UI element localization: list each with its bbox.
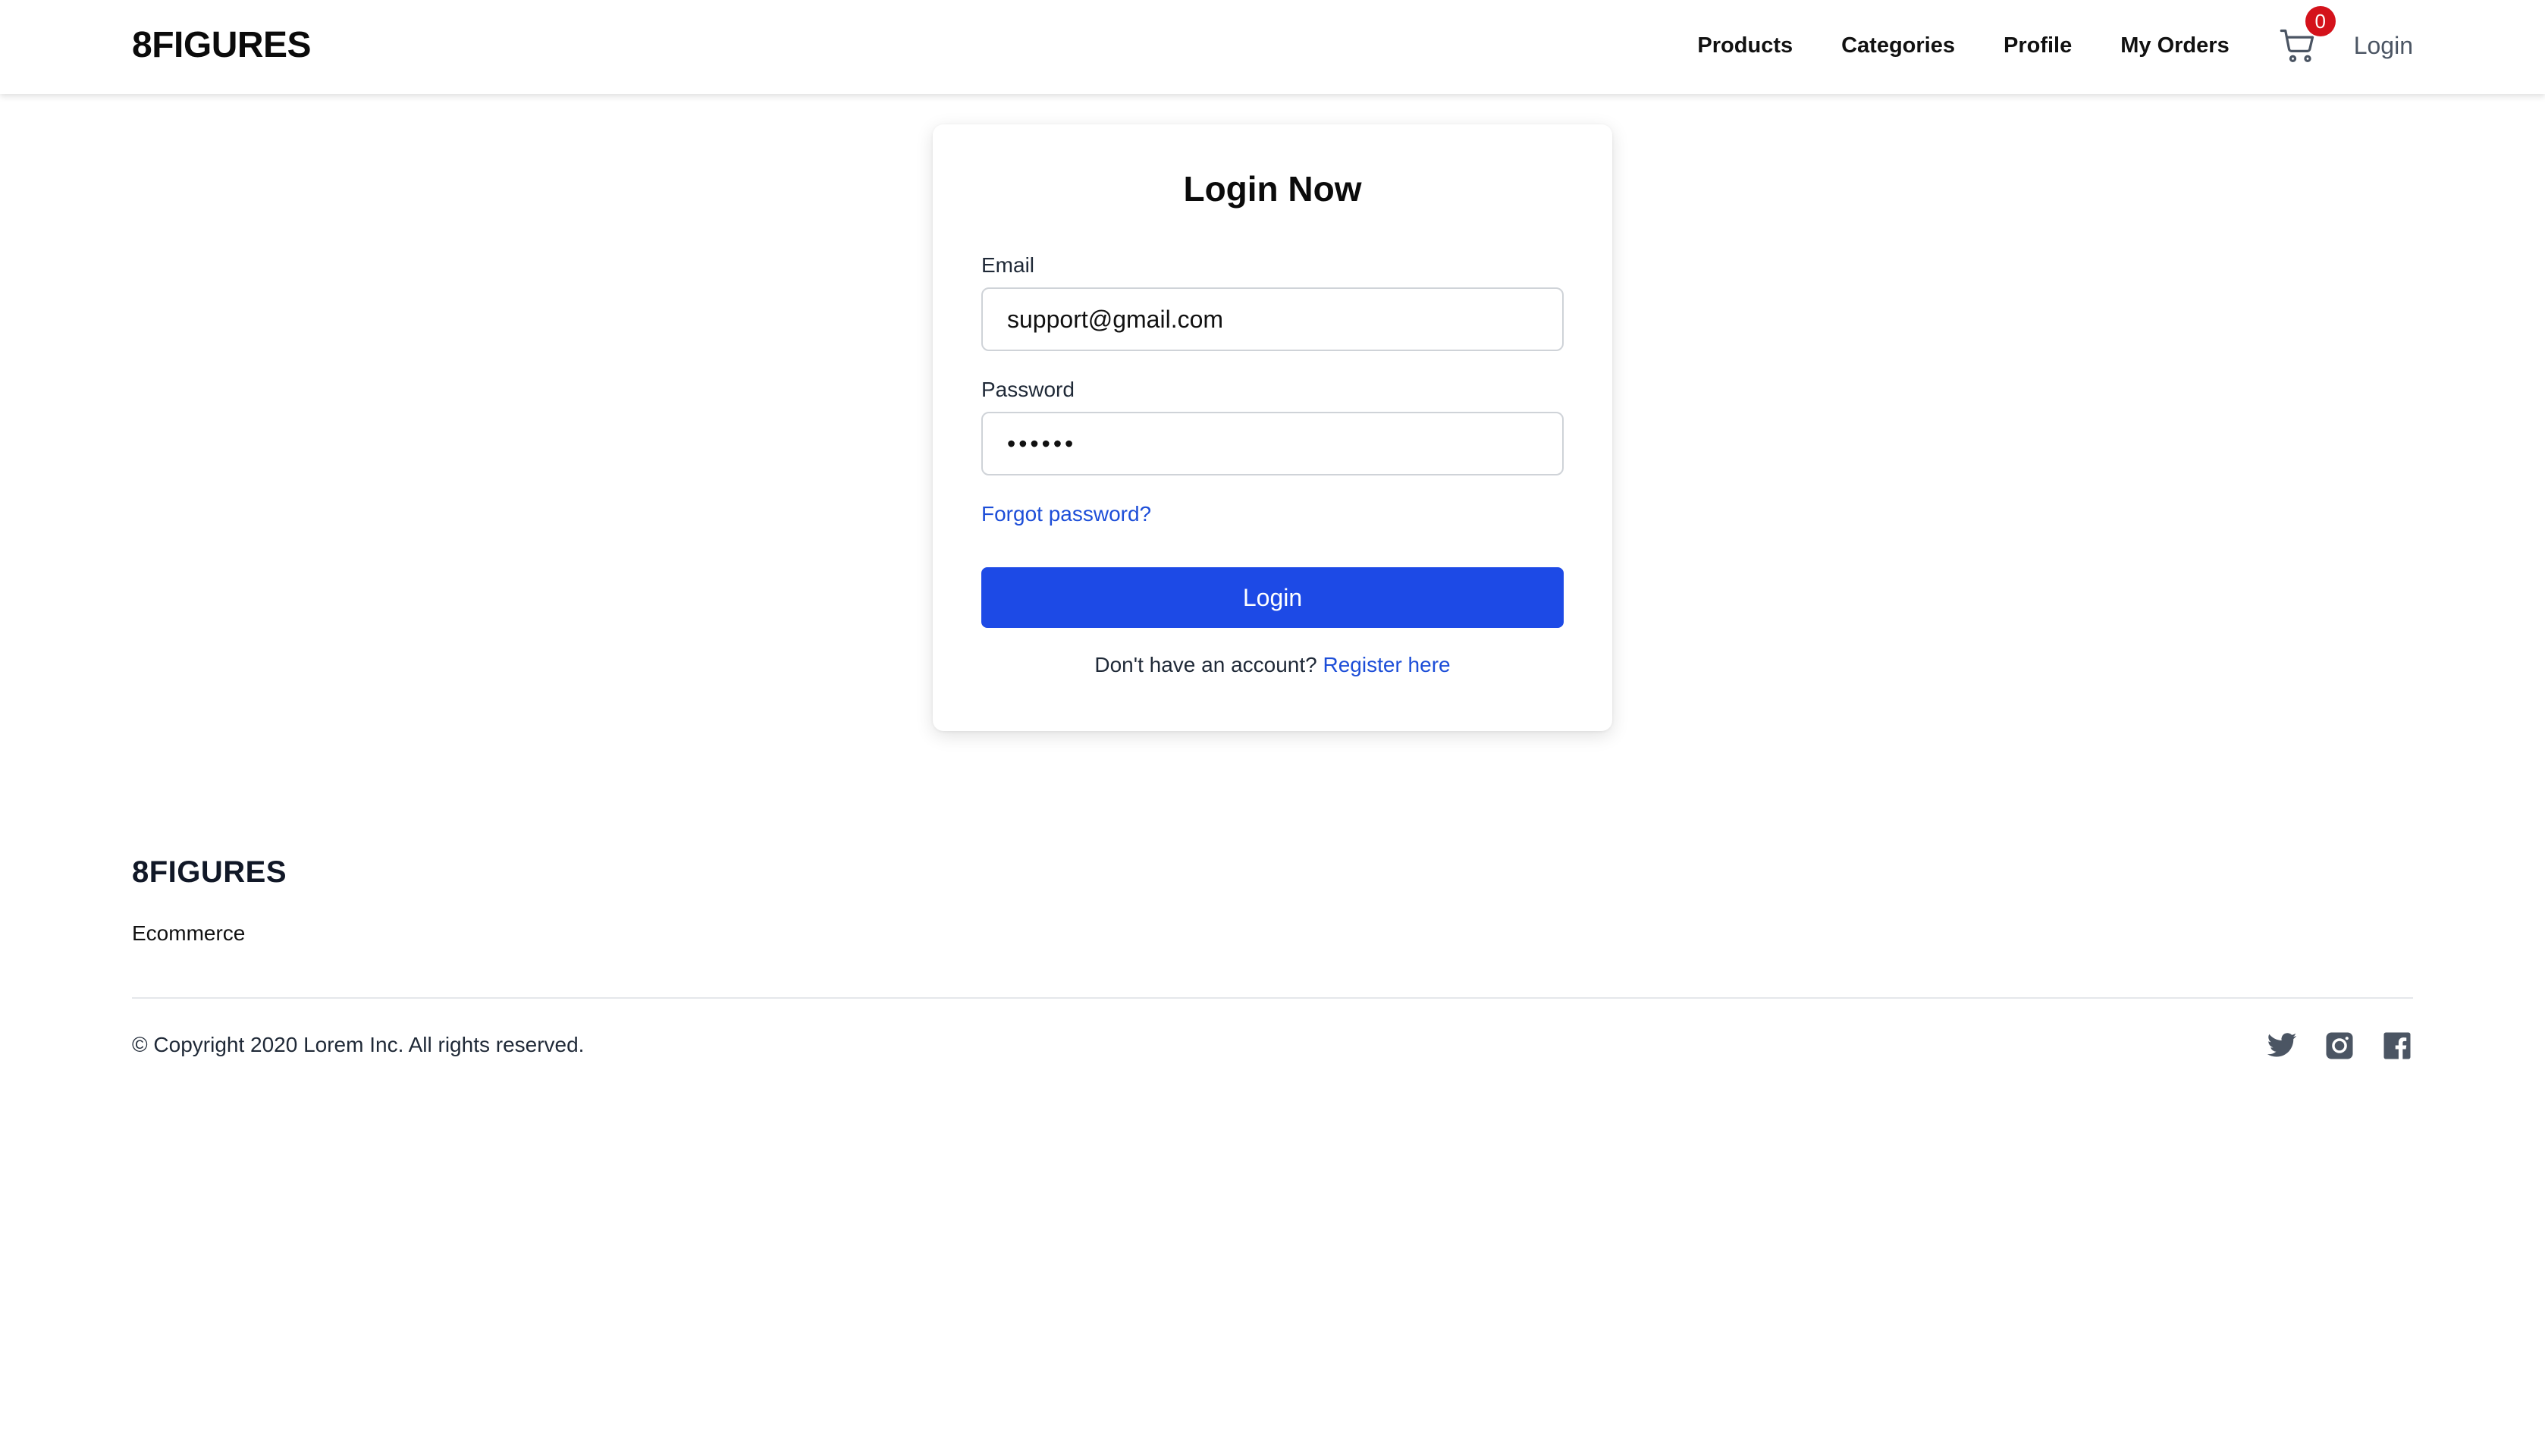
facebook-icon[interactable] [2381, 1030, 2413, 1062]
login-title: Login Now [1183, 169, 1362, 209]
nav-my-orders[interactable]: My Orders [2120, 33, 2229, 58]
nav-profile[interactable]: Profile [2004, 33, 2072, 58]
nav-login[interactable]: Login [2354, 32, 2413, 60]
register-prompt: Don't have an account? Register here [933, 653, 1612, 677]
footer-brand: 8FIGURES [132, 855, 287, 889]
login-card: Login Now Email Password Forgot password… [933, 124, 1612, 731]
footer-tagline: Ecommerce [132, 921, 246, 945]
cart-button[interactable]: 0 [2278, 6, 2336, 65]
cart-count-badge: 0 [2305, 6, 2336, 36]
password-label: Password [981, 378, 1075, 401]
email-label: Email [981, 253, 1035, 277]
main-nav: Products Categories Profile My Orders 0 … [1649, 0, 2413, 91]
password-field[interactable] [981, 412, 1564, 475]
instagram-icon[interactable] [2324, 1030, 2355, 1062]
twitter-icon[interactable] [2266, 1030, 2298, 1062]
login-button[interactable]: Login [981, 567, 1564, 628]
email-field[interactable] [981, 287, 1564, 351]
nav-products[interactable]: Products [1697, 33, 1793, 58]
forgot-password-link[interactable]: Forgot password? [981, 502, 1151, 526]
brand-logo[interactable]: 8FIGURES [132, 23, 312, 68]
social-links [2240, 1030, 2413, 1062]
register-prompt-text: Don't have an account? [1094, 653, 1317, 676]
site-header: 8FIGURES Products Categories Profile My … [0, 0, 2545, 94]
footer-divider [132, 997, 2413, 999]
nav-categories[interactable]: Categories [1841, 33, 1955, 58]
register-link[interactable]: Register here [1323, 653, 1451, 676]
copyright-text: © Copyright 2020 Lorem Inc. All rights r… [132, 1033, 585, 1056]
